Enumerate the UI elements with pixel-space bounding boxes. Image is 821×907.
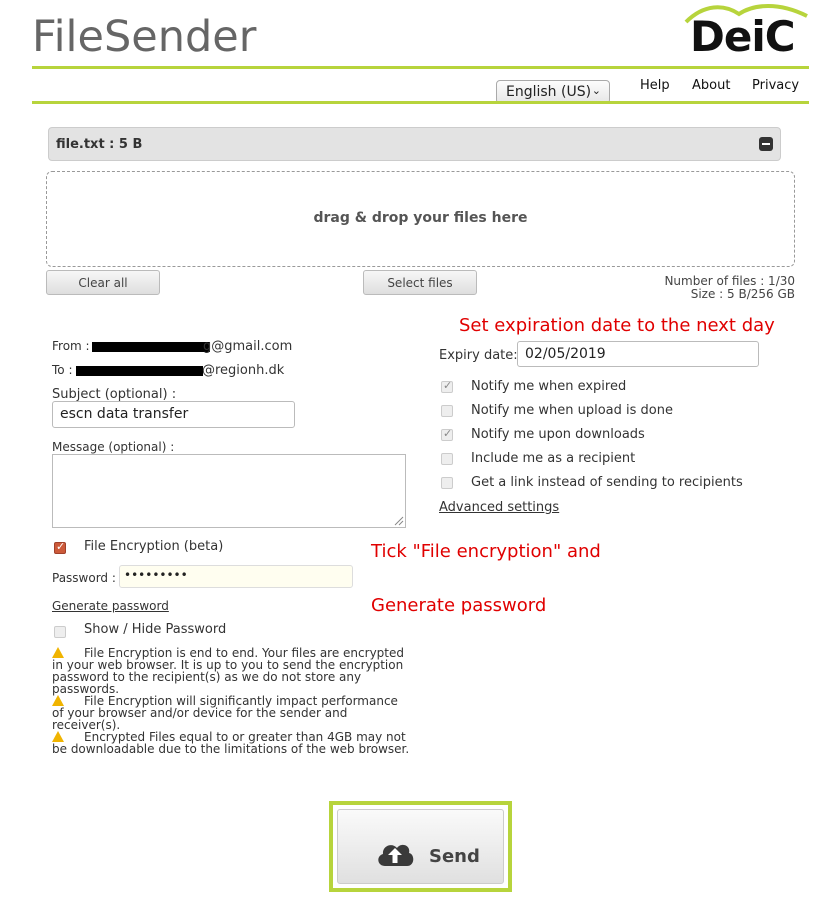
language-label: English (US) (506, 84, 592, 100)
message-textarea[interactable] (52, 454, 406, 528)
annotation-expiry: Set expiration date to the next day (459, 315, 775, 336)
file-item: file.txt : 5 B (48, 127, 781, 161)
annotation-generate: Generate password (371, 595, 547, 616)
to-email-suffix: @regionh.dk (202, 363, 285, 378)
subject-label: Subject (optional) : (52, 387, 177, 402)
from-email-suffix: g@gmail.com (203, 339, 293, 354)
expiry-label: Expiry date: (439, 348, 518, 363)
chevron-down-icon: ⌄ (591, 84, 601, 97)
generate-password-link[interactable]: Generate password (52, 599, 169, 613)
subject-input[interactable]: escn data transfer (52, 401, 295, 428)
select-files-button[interactable]: Select files (363, 270, 477, 295)
nav-privacy[interactable]: Privacy (752, 78, 799, 93)
app-logo: FileSender (32, 12, 257, 62)
password-input[interactable]: ••••••••• (119, 565, 353, 588)
file-stats: Number of files : 1/30 Size : 5 B/256 GB (664, 275, 795, 301)
notify-downloads-checkbox[interactable] (441, 427, 453, 441)
warning-icon (52, 731, 64, 742)
drop-zone[interactable]: drag & drop your files here (46, 171, 795, 267)
notify-upload-label: Notify me when upload is done (471, 403, 673, 418)
encryption-label: File Encryption (beta) (84, 539, 224, 554)
password-label: Password : (52, 571, 116, 585)
get-link-checkbox[interactable] (441, 477, 453, 489)
brand-logo: DeiC (690, 12, 796, 61)
include-me-label: Include me as a recipient (471, 451, 636, 466)
header-divider (32, 66, 809, 69)
nav-help[interactable]: Help (640, 78, 670, 93)
send-highlight: Send (329, 801, 512, 892)
show-password-label: Show / Hide Password (84, 622, 227, 637)
cloud-upload-icon (378, 844, 414, 866)
annotation-encrypt: Tick "File encryption" and (371, 541, 601, 562)
clear-all-button[interactable]: Clear all (46, 270, 160, 295)
warning-4gb: Encrypted Files equal to or greater than… (52, 731, 412, 755)
advanced-settings-link[interactable]: Advanced settings (439, 500, 559, 515)
expiry-date-input[interactable]: 02/05/2019 (517, 341, 759, 367)
warning-end-to-end: File Encryption is end to end. Your file… (52, 647, 412, 695)
include-me-checkbox[interactable] (441, 453, 453, 465)
warning-performance: File Encryption will significantly impac… (52, 695, 412, 731)
remove-file-icon[interactable] (759, 137, 773, 151)
notify-expired-checkbox[interactable] (441, 379, 453, 393)
get-link-label: Get a link instead of sending to recipie… (471, 475, 743, 490)
notify-upload-checkbox[interactable] (441, 405, 453, 417)
drop-zone-text: drag & drop your files here (313, 210, 528, 226)
warning-text: File Encryption will significantly impac… (52, 694, 398, 732)
redacted-to (76, 366, 203, 376)
show-password-checkbox[interactable] (54, 626, 66, 638)
redacted-from (92, 342, 210, 352)
warning-icon (52, 647, 64, 658)
encryption-checkbox[interactable] (54, 540, 66, 554)
send-label: Send (429, 846, 480, 867)
notify-downloads-label: Notify me upon downloads (471, 427, 645, 442)
to-label: To : (52, 363, 73, 377)
warning-icon (52, 695, 64, 706)
nav-divider (32, 101, 809, 104)
resize-handle-icon[interactable] (394, 516, 404, 526)
file-name: file.txt : 5 B (56, 137, 143, 152)
nav-about[interactable]: About (692, 78, 730, 93)
send-button[interactable]: Send (337, 809, 504, 884)
from-label: From : (52, 339, 90, 353)
warning-text: Encrypted Files equal to or greater than… (52, 730, 410, 756)
warning-text: File Encryption is end to end. Your file… (52, 646, 404, 696)
file-size: Size : 5 B/256 GB (690, 287, 795, 301)
notify-expired-label: Notify me when expired (471, 379, 627, 394)
message-label: Message (optional) : (52, 440, 175, 454)
